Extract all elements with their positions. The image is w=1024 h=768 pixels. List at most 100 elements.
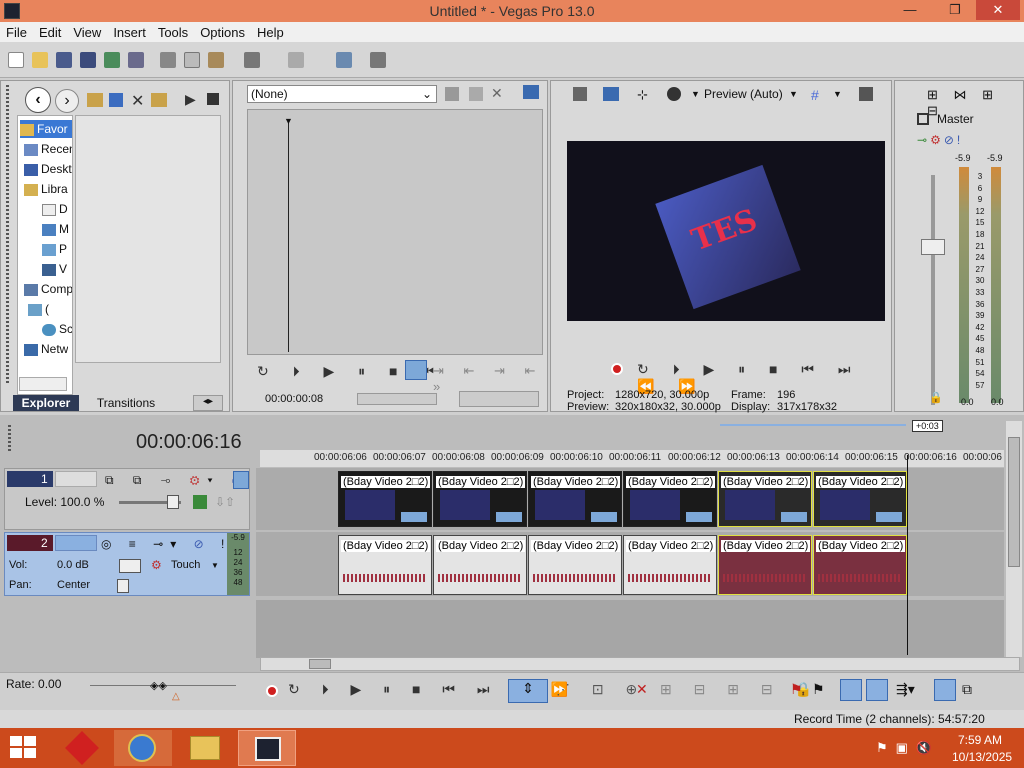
undo-icon[interactable] bbox=[244, 52, 260, 68]
file-list[interactable] bbox=[75, 115, 221, 363]
menu-view[interactable]: View bbox=[67, 22, 107, 40]
composite-icon[interactable] bbox=[193, 495, 207, 509]
timeline-ruler[interactable]: 00:00:06:06 00:00:06:07 00:00:06:08 00:00:0… bbox=[260, 450, 1004, 467]
audio-clip[interactable]: (Bday Video 2□2) bbox=[718, 535, 812, 595]
maximize-button[interactable]: ❐ bbox=[935, 0, 975, 20]
tree-scrollbar[interactable] bbox=[19, 377, 67, 391]
copy-icon[interactable] bbox=[184, 52, 200, 68]
copy-snapshot-icon[interactable] bbox=[859, 87, 873, 101]
trimmer-length[interactable] bbox=[459, 391, 539, 407]
save-as-icon[interactable] bbox=[80, 52, 96, 68]
loop-icon[interactable] bbox=[405, 360, 427, 380]
audio-track-header[interactable]: 2 ◎ ≡ ⊸▾ ⊘ ! Vol: 0.0 dB ⚙ Touch ▼ Pan: … bbox=[4, 532, 250, 596]
clip-fx-icon[interactable] bbox=[781, 512, 807, 522]
clip-fx-icon[interactable] bbox=[876, 512, 902, 522]
vegas-taskbar-icon[interactable] bbox=[238, 730, 296, 766]
stop-icon[interactable] bbox=[207, 93, 219, 105]
fx-icon[interactable]: ⊹ bbox=[637, 87, 648, 103]
audio-clip[interactable]: (Bday Video 2□2) bbox=[813, 535, 907, 595]
parent-child-icon[interactable]: ⇩⇧ bbox=[215, 495, 235, 509]
monitor-icon[interactable] bbox=[523, 85, 539, 99]
delete-icon[interactable]: ✕ bbox=[636, 681, 648, 698]
chevron-down-icon[interactable]: ▼ bbox=[211, 561, 219, 570]
ripple-icon[interactable]: ⇶▾ bbox=[896, 681, 915, 698]
video-clip[interactable]: (Bday Video 2□2) bbox=[718, 471, 812, 527]
tree-item-drive[interactable]: ( bbox=[28, 300, 49, 318]
menu-file[interactable]: File bbox=[0, 22, 33, 40]
tab-transitions[interactable]: Transitions bbox=[81, 395, 171, 411]
menu-options[interactable]: Options bbox=[194, 22, 251, 40]
video-clip[interactable]: (Bday Video 2□2) bbox=[338, 471, 432, 527]
trimmer-area[interactable]: ▼ bbox=[247, 109, 543, 355]
tree-item-music[interactable]: M bbox=[42, 220, 69, 238]
tree-item-desktop[interactable]: Deskt bbox=[24, 160, 72, 178]
edit-tools[interactable]: ⋰ ⊡ ⊕ bbox=[556, 681, 646, 698]
menu-help[interactable]: Help bbox=[251, 22, 290, 40]
video-clip[interactable]: (Bday Video 2□2) bbox=[813, 471, 907, 527]
video-track-header[interactable]: 1 ⧉ ⧉ ⊸ ⚙▾ ⊘ Level: 100.0 % ⇩⇧ bbox=[4, 468, 250, 530]
redo-icon[interactable] bbox=[288, 52, 304, 68]
timeline-hscroll[interactable] bbox=[260, 657, 1020, 671]
audio-clip[interactable]: (Bday Video 2□2) bbox=[623, 535, 717, 595]
audio-clip[interactable]: (Bday Video 2□2) bbox=[338, 535, 432, 595]
level-slider-handle[interactable] bbox=[167, 495, 179, 509]
lock-icon[interactable]: 🔒 bbox=[929, 391, 943, 404]
video-track-name[interactable] bbox=[55, 471, 97, 487]
tab-scroll[interactable]: ◂▸ bbox=[193, 395, 223, 411]
tree-item-favorites[interactable]: Favor bbox=[20, 120, 72, 138]
clear-icon[interactable]: ✕ bbox=[491, 85, 503, 102]
ignore-grouping-icon[interactable]: ⧉ bbox=[962, 681, 972, 698]
tree-item-recent[interactable]: Recen bbox=[24, 140, 72, 158]
tab-explorer[interactable]: Explorer bbox=[13, 395, 79, 411]
properties-icon[interactable] bbox=[128, 52, 144, 68]
browser-taskbar-icon[interactable] bbox=[114, 730, 172, 766]
tree-item-documents[interactable]: D bbox=[42, 200, 68, 218]
forward-button[interactable]: › bbox=[55, 89, 79, 113]
tray-date[interactable]: 10/13/2025 bbox=[952, 750, 1012, 764]
trimmer-in-out[interactable] bbox=[357, 393, 437, 405]
back-button[interactable]: ‹ bbox=[25, 87, 51, 113]
play-icon[interactable]: ▶ bbox=[185, 91, 196, 108]
save-icon[interactable] bbox=[56, 52, 72, 68]
menu-edit[interactable]: Edit bbox=[33, 22, 67, 40]
properties-icon[interactable] bbox=[445, 87, 459, 101]
record-icon[interactable] bbox=[611, 363, 623, 375]
external-monitor-icon[interactable] bbox=[603, 87, 619, 101]
video-properties-icon[interactable] bbox=[573, 87, 587, 101]
menu-tools[interactable]: Tools bbox=[152, 22, 194, 40]
audio-track-name[interactable] bbox=[55, 535, 97, 551]
new-icon[interactable] bbox=[8, 52, 24, 68]
vol-slider-handle[interactable] bbox=[119, 559, 141, 573]
tree-item-libraries[interactable]: Libra bbox=[24, 180, 68, 198]
chevron-down-icon[interactable]: ▼ bbox=[691, 89, 700, 99]
minimize-button[interactable]: — bbox=[890, 0, 930, 20]
clip-fx-icon[interactable] bbox=[591, 512, 617, 522]
menu-insert[interactable]: Insert bbox=[107, 22, 152, 40]
pin-icon[interactable] bbox=[469, 87, 483, 101]
audio-clip[interactable]: (Bday Video 2□2) bbox=[528, 535, 622, 595]
record-icon[interactable] bbox=[266, 685, 278, 697]
trimmer-source-select[interactable]: (None) ⌄ bbox=[247, 85, 437, 103]
chevron-down-icon[interactable]: ▼ bbox=[789, 89, 798, 99]
clip-fx-icon[interactable] bbox=[496, 512, 522, 522]
vscroll-thumb[interactable] bbox=[1008, 437, 1020, 567]
folder-up-icon[interactable] bbox=[87, 93, 103, 107]
open-icon[interactable] bbox=[32, 52, 48, 68]
split-screen-icon[interactable] bbox=[667, 87, 681, 101]
chevron-down-icon[interactable]: ▼ bbox=[833, 89, 842, 99]
windows-start-icon[interactable] bbox=[10, 736, 38, 760]
lock-envelopes-icon[interactable] bbox=[934, 679, 956, 701]
normal-edit-tool[interactable]: ⇕ bbox=[508, 679, 548, 703]
solo-icon[interactable] bbox=[233, 471, 249, 489]
master-fx-buttons[interactable]: ⊸⚙⊘! bbox=[917, 133, 963, 147]
region-icon[interactable]: ⚑ bbox=[812, 681, 825, 698]
delete-icon[interactable]: ✕ bbox=[131, 91, 144, 111]
render-icon[interactable] bbox=[104, 52, 120, 68]
audio-track-buttons[interactable]: ◎ ≡ ⊸▾ ⊘ ! bbox=[101, 537, 231, 551]
brush-icon[interactable] bbox=[336, 52, 352, 68]
close-button[interactable]: ✕ bbox=[976, 0, 1020, 20]
audio-clip[interactable]: (Bday Video 2□2) bbox=[433, 535, 527, 595]
preview-quality-select[interactable]: Preview (Auto) bbox=[704, 87, 783, 101]
clip-fx-icon[interactable] bbox=[686, 512, 712, 522]
timeline-vscroll[interactable] bbox=[1006, 421, 1022, 657]
